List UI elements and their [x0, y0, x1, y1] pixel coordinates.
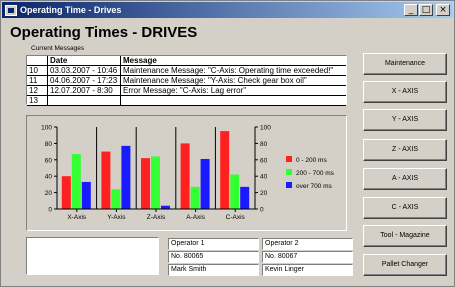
x-tick-label: X-Axis [67, 214, 87, 221]
operating-time-chart: 0 0 20 20 40 40 60 60 80 80 100 100 X-Axis Y-Axis Z-Ax… [41, 125, 335, 222]
bar-z-axis-2 [151, 156, 160, 209]
bar-c-axis-3 [240, 186, 250, 209]
z-axis-button[interactable]: Z - AXIS [363, 139, 447, 161]
x-tick-label: C-Axis [226, 214, 246, 221]
y-tick-label-left: 80 [45, 141, 53, 148]
window-title: Operating Time - Drives [20, 5, 122, 15]
y-tick-label-left: 0 [48, 207, 52, 214]
maximize-icon[interactable]: □ [419, 4, 433, 16]
operating-time-chart-panel: 0 0 20 20 40 40 60 60 80 80 100 100 X-Axis Y-Axis Z-Ax… [26, 115, 347, 231]
pallet-changer-button[interactable]: Pallet Changer [363, 254, 447, 276]
table-row[interactable]: 10 03.03.2007 - 10:46 Maintenance Messag… [27, 65, 346, 76]
legend-label: 200 - 700 ms [296, 170, 335, 177]
column-header-index [27, 56, 48, 66]
column-header-message: Message [120, 56, 346, 66]
row-date: 04.06.2007 - 17:23 [47, 75, 121, 86]
row-index: 13 [27, 95, 48, 106]
messages-table: Date Message 10 03.03.2007 - 10:46 Maint… [26, 55, 347, 106]
messages-header-row: Date Message [27, 56, 346, 66]
close-icon[interactable]: × [436, 4, 450, 16]
bar-y-axis-3 [121, 145, 131, 209]
bar-a-axis-3 [200, 158, 210, 209]
a-axis-button[interactable]: A - AXIS [363, 168, 447, 190]
page-title: Operating Times - DRIVES [10, 24, 198, 41]
y-tick-label-right: 0 [260, 207, 264, 214]
y-tick-label-right: 40 [260, 174, 268, 181]
y-tick-label-left: 40 [45, 174, 53, 181]
y-axis-button[interactable]: Y - AXIS [363, 109, 447, 131]
bar-y-axis-1 [101, 151, 111, 209]
c-axis-button[interactable]: C - AXIS [363, 197, 447, 219]
legend-swatch [286, 182, 292, 188]
row-message: Maintenance Message: "Y-Axis: Check gear… [120, 75, 346, 86]
legend-swatch [286, 156, 292, 162]
bar-z-axis-1 [141, 158, 150, 209]
table-row[interactable]: 13 [27, 95, 346, 106]
table-row[interactable]: 11 04.06.2007 - 17:23 Maintenance Messag… [27, 75, 346, 86]
x-axis-button[interactable]: X - AXIS [363, 81, 447, 103]
operator-1-name-field[interactable]: Mark Smith [168, 264, 259, 276]
row-index: 11 [27, 75, 48, 86]
operator-1-number-field[interactable]: No. 80065 [168, 251, 259, 263]
y-tick-label-right: 60 [260, 157, 268, 164]
row-date: 12.07.2007 - 8:30 [47, 85, 121, 96]
operator-2-name-field[interactable]: Kevin Linger [262, 264, 353, 276]
title-bar: Operating Time - Drives _ □ × [2, 2, 453, 18]
x-tick-label: Z-Axis [147, 214, 166, 221]
row-message: Maintenance Message: "C-Axis: Operating … [120, 65, 346, 76]
legend-swatch [286, 169, 292, 175]
y-tick-label-right: 80 [260, 141, 268, 148]
bar-x-axis-1 [61, 176, 71, 209]
row-index: 12 [27, 85, 48, 96]
tool-magazine-button[interactable]: Tool - Magazine [363, 225, 447, 247]
notes-box[interactable] [26, 237, 159, 275]
y-tick-label-right: 20 [260, 190, 268, 197]
bar-c-axis-2 [230, 174, 240, 209]
bar-a-axis-1 [180, 143, 190, 209]
minimize-icon[interactable]: _ [404, 4, 418, 16]
operator-2-label-field[interactable]: Operator 2 [262, 238, 353, 250]
operator-1-label-field[interactable]: Operator 1 [168, 238, 259, 250]
row-date [47, 95, 121, 106]
maintenance-button[interactable]: Maintenance [363, 53, 447, 75]
row-date: 03.03.2007 - 10:46 [47, 65, 121, 76]
y-tick-label-left: 60 [45, 157, 53, 164]
bar-x-axis-2 [71, 154, 81, 209]
bar-y-axis-2 [111, 189, 121, 209]
y-tick-label-left: 20 [45, 190, 53, 197]
table-row[interactable]: 12 12.07.2007 - 8:30 Error Message: "C-A… [27, 85, 346, 96]
x-tick-label: A-Axis [186, 214, 206, 221]
row-message [120, 95, 346, 106]
bar-a-axis-2 [190, 186, 200, 209]
operator-2-number-field[interactable]: No. 80067 [262, 251, 353, 263]
y-tick-label-left: 100 [41, 125, 52, 132]
column-header-date: Date [47, 56, 121, 66]
app-window-icon [5, 4, 17, 16]
legend-label: 0 - 200 ms [296, 157, 327, 164]
y-tick-label-right: 100 [260, 125, 271, 132]
bar-x-axis-3 [81, 181, 91, 209]
row-index: 10 [27, 65, 48, 76]
current-messages-label: Current Messages [31, 45, 85, 52]
row-message: Error Message: "C-Axis: Lag error" [120, 85, 346, 96]
app-window: Operating Time - Drives _ □ × Operating … [0, 0, 455, 287]
legend-label: over 700 ms [296, 183, 333, 190]
bar-c-axis-1 [220, 131, 230, 209]
x-tick-label: Y-Axis [107, 214, 126, 221]
